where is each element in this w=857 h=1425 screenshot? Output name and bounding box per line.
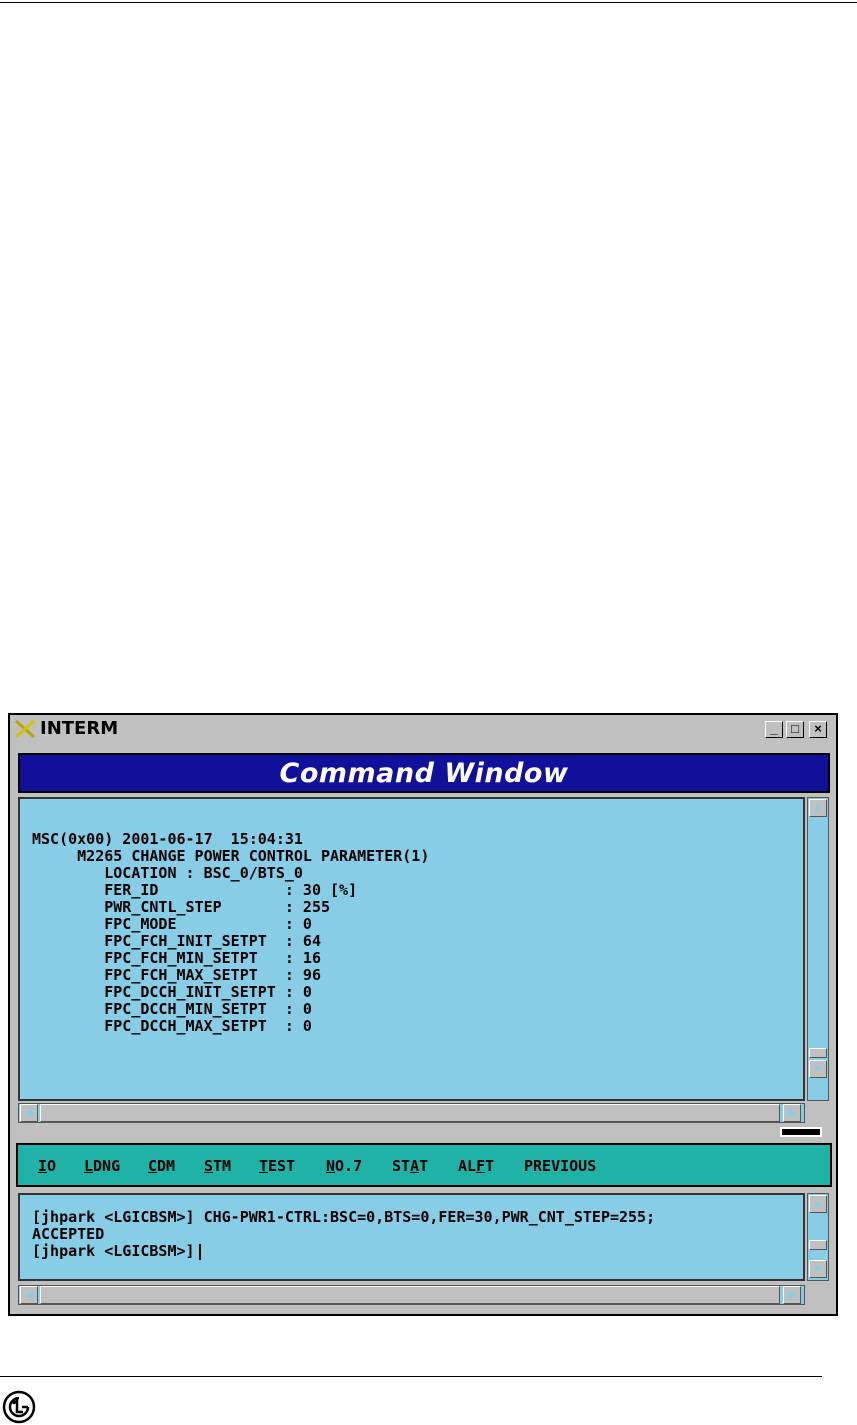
- command-window-header: Command Window: [18, 753, 830, 793]
- menu-mnemonic: F: [476, 1157, 486, 1175]
- output-line: M2265 CHANGE POWER CONTROL PARAMETER(1): [32, 847, 430, 865]
- input-vertical-scrollbar[interactable]: ▲ ▼: [807, 1193, 829, 1281]
- menu-mnemonic: A: [410, 1157, 420, 1175]
- scroll-up-icon[interactable]: ▲: [809, 799, 827, 817]
- output-line: FPC_FCH_MIN_SETPT : 16: [32, 949, 321, 967]
- minimize-button[interactable]: _: [765, 721, 783, 738]
- footer-rule: [0, 1376, 822, 1377]
- menu-label: DNG: [93, 1157, 121, 1175]
- menu-item-stm[interactable]: STM: [204, 1157, 231, 1175]
- menu-mnemonic: S: [204, 1157, 214, 1175]
- menu-mnemonic: L: [84, 1157, 94, 1175]
- menu-mnemonic: C: [148, 1157, 158, 1175]
- menu-mnemonic: T: [259, 1157, 269, 1175]
- output-line: LOCATION : BSC_0/BTS_0: [32, 864, 303, 882]
- output-line: FPC_DCCH_INIT_SETPT : 0: [32, 983, 312, 1001]
- output-vertical-scrollbar[interactable]: ▲ ▼: [807, 797, 829, 1101]
- output-line: MSC(0x00) 2001-06-17 15:04:31: [32, 830, 303, 848]
- menu-label: T: [485, 1157, 495, 1175]
- menu-label: T: [419, 1157, 429, 1175]
- scroll-right-icon[interactable]: ▶: [783, 1286, 801, 1304]
- input-line: [jhpark <LGICBSM>] CHG-PWR1-CTRL:BSC=0,B…: [32, 1208, 656, 1226]
- scroll-down-icon[interactable]: ▼: [809, 1260, 827, 1278]
- menu-item-previous[interactable]: PREVIOUS: [524, 1157, 596, 1175]
- output-line: FER_ID : 30 [%]: [32, 881, 358, 899]
- menu-item-ldng[interactable]: LDNG: [84, 1157, 120, 1175]
- menu-label: AL: [458, 1157, 477, 1175]
- x-logo-icon: [15, 719, 35, 739]
- menu-mnemonic: N: [326, 1157, 336, 1175]
- scroll-right-icon[interactable]: ▶: [783, 1104, 801, 1122]
- scroll-down-icon[interactable]: ▼: [809, 1060, 827, 1078]
- output-text: MSC(0x00) 2001-06-17 15:04:31 M2265 CHAN…: [32, 831, 429, 1035]
- input-horizontal-scrollbar[interactable]: ◀ ▶: [18, 1285, 805, 1305]
- scroll-thumb[interactable]: [809, 1240, 827, 1250]
- maximize-button[interactable]: □: [786, 721, 804, 738]
- menu-item-no7[interactable]: NO.7: [326, 1157, 362, 1175]
- menu-label: O: [47, 1157, 57, 1175]
- scroll-left-icon[interactable]: ◀: [20, 1104, 38, 1122]
- output-line: FPC_DCCH_MIN_SETPT : 0: [32, 1000, 312, 1018]
- input-line: ACCEPTED: [32, 1225, 105, 1243]
- menu-item-stat[interactable]: STAT: [392, 1157, 428, 1175]
- command-prompt: [jhpark <LGICBSM>]: [32, 1242, 195, 1260]
- command-menu-bar: IO LDNG CDM STM TEST NO.7 STAT ALFT PREV…: [16, 1143, 832, 1187]
- menu-mnemonic: I: [38, 1157, 48, 1175]
- titlebar[interactable]: INTERM _ □ ×: [10, 715, 836, 743]
- menu-label: TM: [213, 1157, 232, 1175]
- top-rule: [0, 2, 857, 3]
- scroll-left-icon[interactable]: ◀: [20, 1286, 38, 1304]
- scroll-up-icon[interactable]: ▲: [809, 1195, 827, 1213]
- menu-item-cdm[interactable]: CDM: [148, 1157, 175, 1175]
- scroll-thumb[interactable]: [809, 1048, 827, 1058]
- text-cursor[interactable]: [198, 1243, 201, 1260]
- menu-label: O.7: [335, 1157, 363, 1175]
- window-title: INTERM: [40, 718, 119, 739]
- close-button[interactable]: ×: [809, 721, 827, 738]
- command-input-pane[interactable]: [jhpark <LGICBSM>] CHG-PWR1-CTRL:BSC=0,B…: [18, 1193, 805, 1281]
- output-line: FPC_FCH_MAX_SETPT : 96: [32, 966, 321, 984]
- pane-sash[interactable]: [780, 1127, 822, 1137]
- output-pane[interactable]: MSC(0x00) 2001-06-17 15:04:31 M2265 CHAN…: [18, 797, 805, 1101]
- menu-label: ST: [392, 1157, 411, 1175]
- output-horizontal-scrollbar[interactable]: ◀ ▶: [18, 1103, 805, 1123]
- interm-window: INTERM _ □ × Command Window MSC(0x00) 20…: [8, 713, 838, 1316]
- hscroll-thumb[interactable]: [40, 1286, 780, 1304]
- lg-logo-icon: [2, 1390, 36, 1424]
- output-line: FPC_FCH_INIT_SETPT : 64: [32, 932, 321, 950]
- menu-item-io[interactable]: IO: [38, 1157, 56, 1175]
- menu-item-alft[interactable]: ALFT: [458, 1157, 494, 1175]
- hscroll-thumb[interactable]: [40, 1104, 780, 1122]
- command-window-title: Command Window: [279, 757, 569, 789]
- menu-label: DM: [157, 1157, 176, 1175]
- output-line: FPC_MODE : 0: [32, 915, 312, 933]
- menu-item-test[interactable]: TEST: [259, 1157, 295, 1175]
- command-transcript: [jhpark <LGICBSM>] CHG-PWR1-CTRL:BSC=0,B…: [32, 1209, 655, 1260]
- menu-label: EST: [268, 1157, 296, 1175]
- menu-label: PREVIOUS: [524, 1157, 597, 1175]
- output-line: FPC_DCCH_MAX_SETPT : 0: [32, 1017, 312, 1035]
- output-line: PWR_CNTL_STEP : 255: [32, 898, 331, 916]
